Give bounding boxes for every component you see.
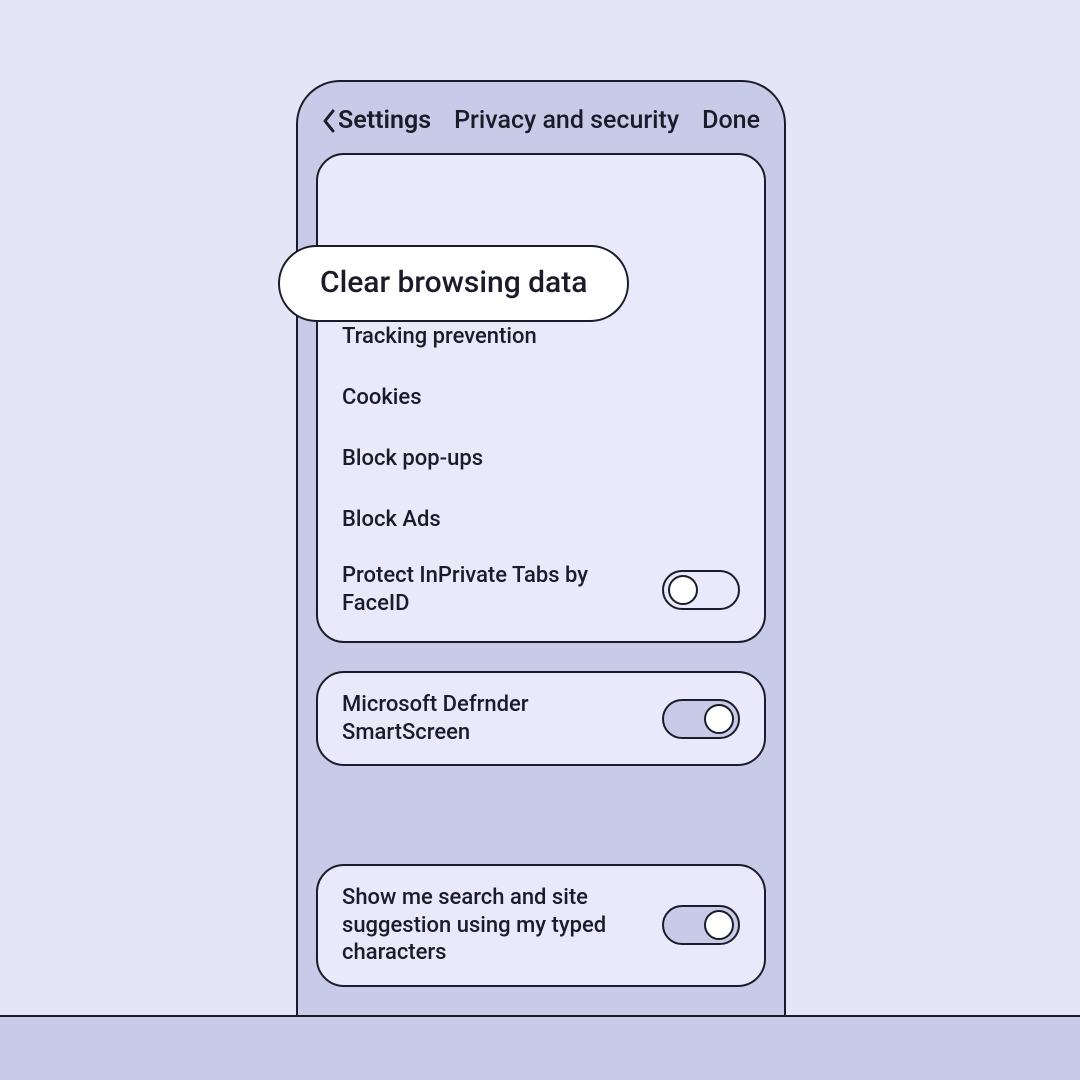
row-smartscreen: Microsoft Defrnder SmartScreen [342, 691, 740, 746]
spacer [316, 794, 766, 864]
suggestions-label: Show me search and site suggestion using… [342, 884, 632, 967]
nav-title: Privacy and security [454, 106, 679, 135]
row-protect-inprivate: Protect InPrivate Tabs by FaceID [342, 550, 740, 617]
navbar: Settings Privacy and security Done [316, 98, 766, 153]
row-suggestions: Show me search and site suggestion using… [342, 884, 740, 967]
nav-done-button[interactable]: Done [702, 106, 760, 135]
phone-frame: Settings Privacy and security Done Clear… [296, 80, 786, 1015]
list-item-cookies[interactable]: Cookies [342, 367, 740, 428]
smartscreen-card: Microsoft Defrnder SmartScreen [316, 671, 766, 766]
protect-inprivate-label: Protect InPrivate Tabs by FaceID [342, 562, 602, 617]
toggle-knob [704, 910, 734, 940]
nav-back-label: Settings [338, 106, 431, 135]
smartscreen-label: Microsoft Defrnder SmartScreen [342, 691, 632, 746]
suggestions-toggle[interactable] [662, 905, 740, 945]
nav-back-group[interactable]: Settings [322, 106, 431, 135]
privacy-options-card: Diagnostic data Tracking prevention Cook… [316, 153, 766, 643]
clear-browsing-data-callout[interactable]: Clear browsing data [278, 245, 629, 322]
chevron-left-icon [322, 109, 336, 133]
toggle-knob [704, 704, 734, 734]
smartscreen-toggle[interactable] [662, 699, 740, 739]
suggestions-card: Show me search and site suggestion using… [316, 864, 766, 987]
ground [0, 1017, 1080, 1080]
protect-inprivate-toggle[interactable] [662, 570, 740, 610]
clear-browsing-data-label: Clear browsing data [320, 265, 587, 300]
list-item-block-popups[interactable]: Block pop-ups [342, 428, 740, 489]
list-item-block-ads[interactable]: Block Ads [342, 489, 740, 550]
toggle-knob [668, 575, 698, 605]
